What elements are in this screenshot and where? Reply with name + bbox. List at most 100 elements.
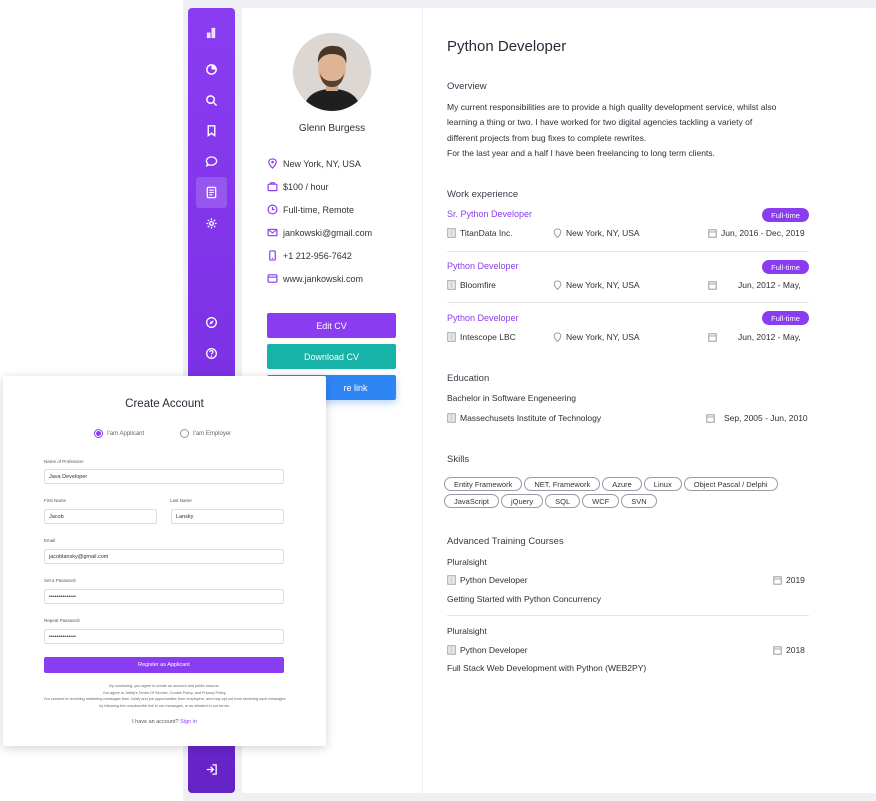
pie-chart-icon[interactable] bbox=[196, 54, 227, 85]
courses-heading: Advanced Training Courses bbox=[447, 536, 564, 547]
job-title[interactable]: Sr. Python Developer bbox=[447, 209, 532, 219]
terms-line: by following the unsubscribe link in our… bbox=[99, 703, 230, 708]
email-link[interactable]: jankowski@gmail.com bbox=[283, 228, 372, 238]
job-company: Intescope LBC bbox=[447, 332, 516, 342]
profession-input[interactable]: Java Developer bbox=[44, 469, 284, 484]
last-name-label: Last Name bbox=[170, 498, 192, 503]
app-logo-icon[interactable] bbox=[196, 17, 227, 48]
map-pin-icon bbox=[553, 332, 562, 342]
radio-selected-icon bbox=[94, 429, 103, 438]
overview-line: learning a thing or two. I have worked f… bbox=[447, 117, 753, 128]
skill-chip: NET. Framework bbox=[524, 477, 601, 491]
register-button[interactable]: Register as Applicant bbox=[44, 657, 284, 673]
building-icon bbox=[447, 228, 456, 238]
repeat-password-label: Repeat Password bbox=[44, 618, 80, 623]
skill-chip: JavaScript bbox=[444, 494, 500, 508]
overview-text: My current responsibilities are to provi… bbox=[447, 100, 797, 161]
email-input[interactable]: jacoblansky@gmail.com bbox=[44, 549, 284, 564]
compass-icon[interactable] bbox=[196, 307, 227, 338]
education-school: Massechusets Institute of Technology bbox=[447, 413, 601, 423]
calendar-icon bbox=[708, 333, 717, 342]
avatar bbox=[293, 33, 371, 111]
edit-cv-button[interactable]: Edit CV bbox=[267, 313, 396, 338]
create-account-card: Create Account I'am Applicant I'am Emplo… bbox=[3, 376, 326, 746]
first-name-label: First Name bbox=[44, 498, 67, 503]
school-name: Massechusets Institute of Technology bbox=[460, 413, 602, 423]
map-pin-icon bbox=[268, 158, 277, 169]
bookmark-icon[interactable] bbox=[196, 115, 227, 146]
chat-icon[interactable] bbox=[196, 146, 227, 177]
terms-text: By continuing, you agree to create an ac… bbox=[3, 683, 326, 709]
rate-text: $100 / hour bbox=[283, 181, 329, 192]
search-icon[interactable] bbox=[196, 85, 227, 116]
course-year: 2018 bbox=[773, 645, 805, 655]
overview-line: For the last year and a half I have been… bbox=[447, 147, 715, 158]
building-icon bbox=[447, 575, 456, 585]
dates-text: Jun, 2016 - Dec, 2019 bbox=[721, 228, 805, 238]
job-dates: Jun, 2012 - May, bbox=[708, 332, 801, 342]
sign-in-link[interactable]: Sign in bbox=[180, 719, 197, 725]
availability-row: Full-time, Remote bbox=[267, 204, 354, 215]
briefcase-icon bbox=[267, 182, 278, 192]
calendar-icon bbox=[708, 281, 717, 290]
skill-chip: jQuery bbox=[501, 494, 544, 508]
password-input[interactable]: •••••••••••••• bbox=[44, 589, 284, 604]
job-title[interactable]: Python Developer bbox=[447, 313, 519, 323]
building-icon bbox=[447, 280, 456, 290]
job-company: TitanData Inc. bbox=[447, 228, 513, 238]
resume-panel: Python Developer Overview My current res… bbox=[423, 8, 876, 793]
location-text: New York, NY, USA bbox=[566, 280, 640, 290]
download-cv-button[interactable]: Download CV bbox=[267, 344, 396, 369]
resume-title: Python Developer bbox=[447, 38, 567, 55]
course-title-text: Python Developer bbox=[460, 575, 528, 585]
profile-name: Glenn Burgess bbox=[298, 123, 366, 134]
course-name: Full Stack Web Development with Python (… bbox=[447, 663, 647, 673]
job-title[interactable]: Python Developer bbox=[447, 261, 519, 271]
skill-chip: SVN bbox=[621, 494, 657, 508]
overview-line: different projects from bug fixes to com… bbox=[447, 132, 647, 143]
repeat-password-input[interactable]: •••••••••••••• bbox=[44, 629, 284, 644]
phone-row: +1 212-956-7642 bbox=[267, 250, 352, 261]
help-icon[interactable] bbox=[196, 338, 227, 369]
job-location: New York, NY, USA bbox=[553, 332, 640, 342]
skills-heading: Skills bbox=[447, 454, 470, 465]
location-text: New York, NY, USA bbox=[566, 228, 640, 238]
resume-icon[interactable] bbox=[196, 177, 227, 208]
work-heading: Work experience bbox=[447, 189, 519, 200]
first-name-input[interactable]: Jacob bbox=[44, 509, 157, 524]
employment-badge: Full-time bbox=[762, 311, 809, 325]
course-year: 2019 bbox=[773, 575, 805, 585]
employer-radio[interactable]: I'am Employer bbox=[180, 429, 231, 438]
divider bbox=[447, 251, 809, 252]
terms-line: You consent to receiving marketing messa… bbox=[43, 697, 286, 701]
login-prompt: I have an account? Sign in bbox=[3, 719, 326, 725]
radio-unselected-icon bbox=[180, 429, 189, 438]
dates-text: Jun, 2012 - May, bbox=[738, 280, 801, 290]
logout-icon[interactable] bbox=[196, 754, 227, 785]
job-location: New York, NY, USA bbox=[553, 280, 640, 290]
company-name: TitanData Inc. bbox=[460, 228, 513, 238]
location-text: New York, NY, USA bbox=[283, 158, 361, 169]
job-dates: Jun, 2012 - May, bbox=[708, 280, 801, 290]
calendar-icon bbox=[706, 414, 715, 423]
password-label: Set a Password bbox=[44, 578, 76, 583]
company-name: Intescope LBC bbox=[460, 332, 516, 342]
phone-text: +1 212-956-7642 bbox=[283, 250, 352, 261]
job-company: Bloomfire bbox=[447, 280, 496, 290]
applicant-radio[interactable]: I'am Applicant bbox=[94, 429, 144, 438]
employment-badge: Full-time bbox=[762, 260, 809, 274]
availability-text: Full-time, Remote bbox=[283, 204, 355, 215]
course-title: Python Developer bbox=[447, 645, 528, 655]
overview-line: My current responsibilities are to provi… bbox=[447, 102, 777, 112]
skill-chip: WCF bbox=[582, 494, 620, 508]
course-name: Getting Started with Python Concurrency bbox=[447, 594, 602, 604]
website-row: www.jankowski.com bbox=[267, 273, 363, 284]
employment-badge: Full-time bbox=[762, 208, 809, 222]
gear-icon[interactable] bbox=[196, 208, 227, 239]
year-text: 2019 bbox=[786, 575, 805, 585]
course-title-text: Python Developer bbox=[460, 645, 528, 655]
rate-row: $100 / hour bbox=[267, 181, 329, 192]
website-link[interactable]: www.jankowski.com bbox=[283, 274, 363, 284]
last-name-input[interactable]: Lansky bbox=[171, 509, 284, 524]
job-location: New York, NY, USA bbox=[553, 228, 640, 238]
